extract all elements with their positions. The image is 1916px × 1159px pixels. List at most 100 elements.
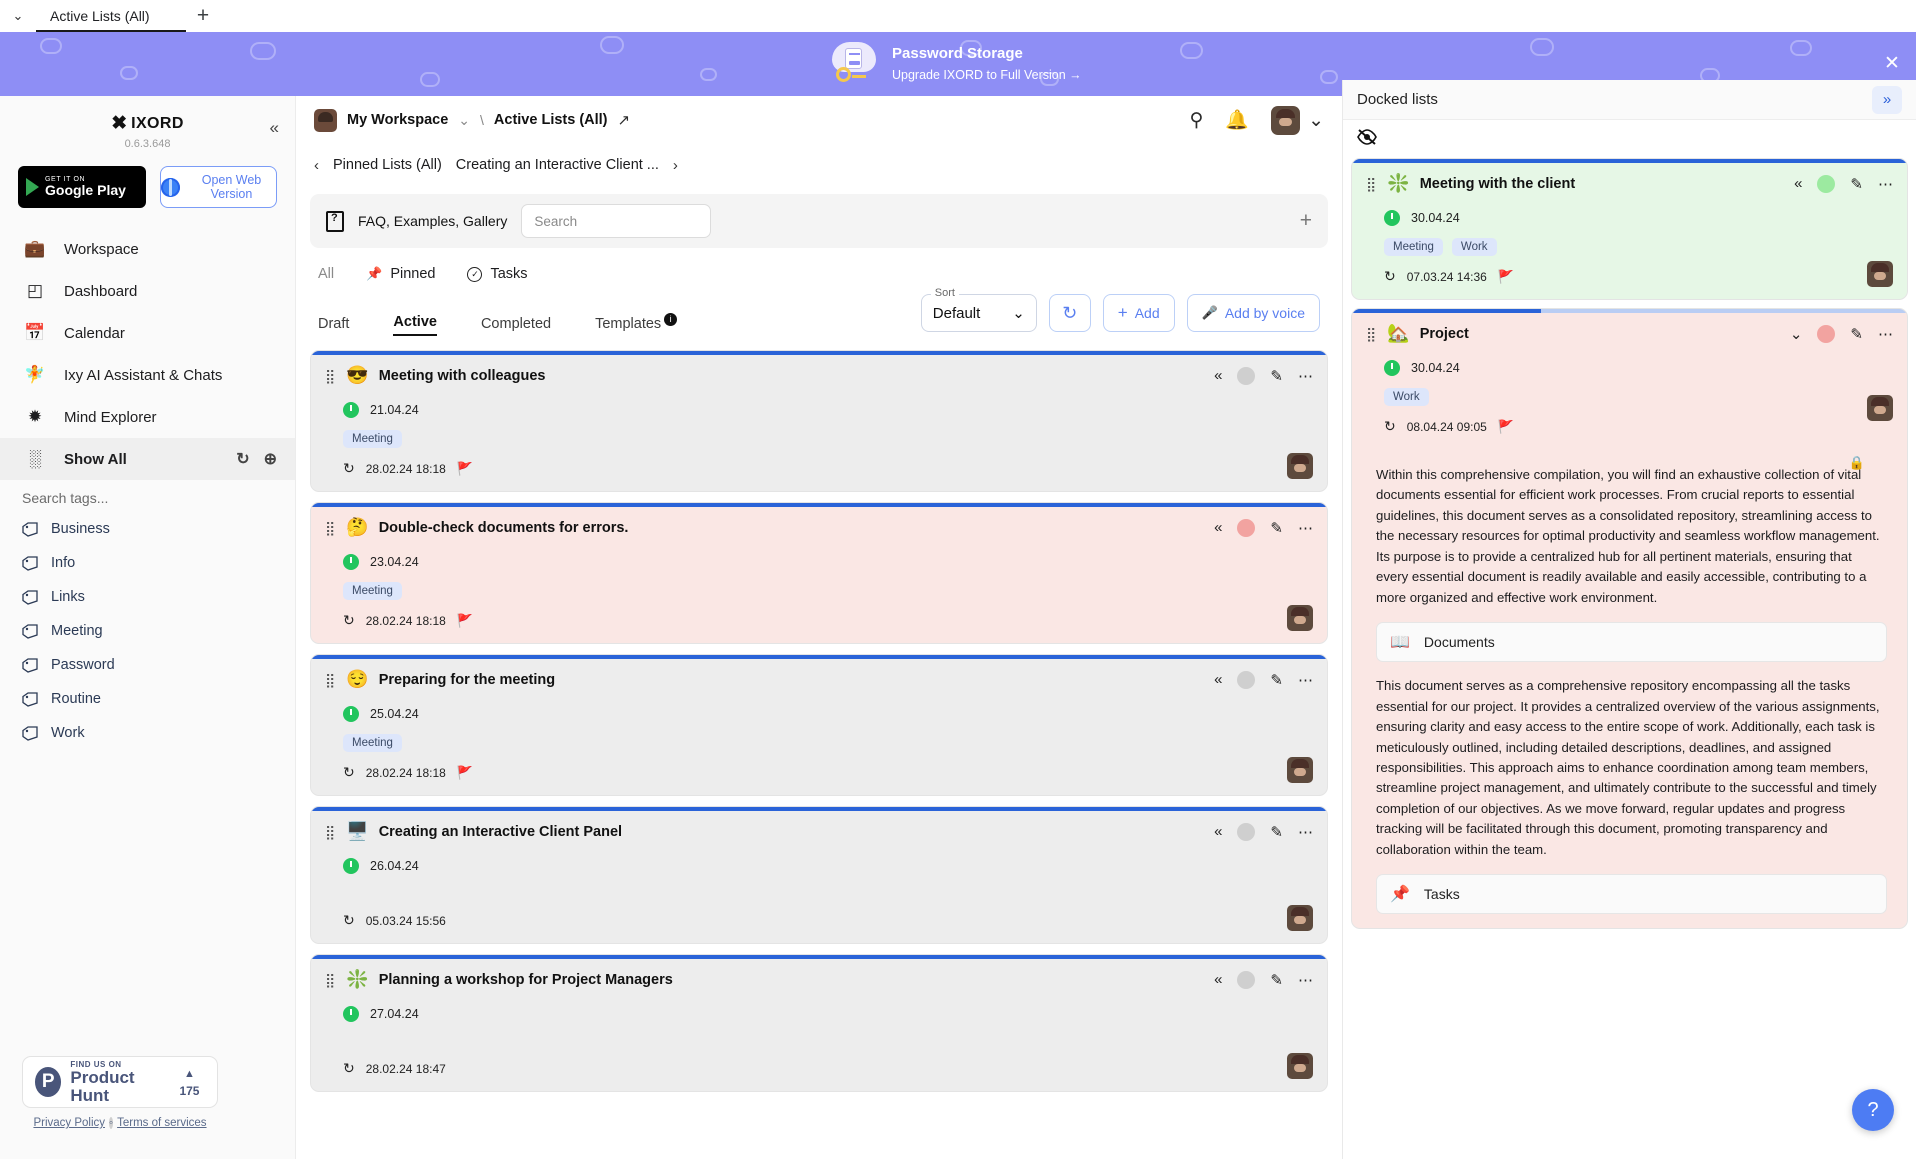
terms-of-services-link[interactable]: Terms of services — [117, 1117, 206, 1129]
sidebar-item-show-all[interactable]: ░ Show All ↻ ⊕ — [0, 438, 295, 480]
promo-upgrade-link[interactable]: Upgrade IXORD to Full Version → — [892, 66, 1082, 85]
info-icon[interactable]: i — [664, 313, 678, 327]
sidebar-item-ixy-ai[interactable]: 🧚 Ixy AI Assistant & Chats — [0, 354, 295, 396]
card-color-dot[interactable] — [1237, 970, 1256, 989]
pinned-lists-label[interactable]: Pinned Lists (All) — [333, 157, 442, 173]
browser-tab-active[interactable]: Active Lists (All) — [36, 2, 186, 32]
card-expand-icon[interactable]: ⌄ — [1790, 325, 1803, 343]
pinned-next-icon[interactable]: › — [673, 157, 678, 174]
sidebar-item-calendar[interactable]: 📅 Calendar — [0, 312, 295, 354]
privacy-policy-link[interactable]: Privacy Policy — [33, 1117, 105, 1129]
list-card[interactable]: ⣿ 🖥️ Creating an Interactive Client Pane… — [310, 806, 1328, 944]
refresh-icon[interactable]: ↻ — [236, 449, 249, 469]
card-assignee-avatar[interactable] — [1287, 605, 1313, 631]
search-icon[interactable]: ⚲ — [1189, 109, 1203, 132]
tag-item-work[interactable]: Work — [0, 716, 295, 750]
open-web-version-button[interactable]: Open Web Version — [160, 166, 277, 208]
card-more-icon[interactable]: ⋯ — [1298, 971, 1313, 989]
tag-item-links[interactable]: Links — [0, 580, 295, 614]
add-button[interactable]: + Add — [1102, 294, 1175, 332]
tag-item-routine[interactable]: Routine — [0, 682, 295, 716]
card-more-icon[interactable]: ⋯ — [1878, 325, 1893, 343]
list-card[interactable]: ⣿ 🤔 Double-check documents for errors. «… — [310, 502, 1328, 644]
tab-completed[interactable]: Completed — [481, 316, 551, 336]
card-more-icon[interactable]: ⋯ — [1298, 519, 1313, 537]
filter-all[interactable]: All — [318, 266, 334, 282]
card-color-dot[interactable] — [1237, 670, 1256, 689]
tag-item-password[interactable]: Password — [0, 648, 295, 682]
card-collapse-icon[interactable]: « — [1214, 823, 1222, 840]
drag-handle-icon[interactable]: ⣿ — [1366, 327, 1377, 341]
list-card[interactable]: ⣿ 😎 Meeting with colleagues « ✎ ⋯ 21.04.… — [310, 350, 1328, 492]
drag-handle-icon[interactable]: ⣿ — [325, 673, 336, 687]
card-tag-chip[interactable]: Meeting — [343, 734, 402, 752]
card-tag-chip[interactable]: Work — [1451, 238, 1497, 256]
tab-active[interactable]: Active — [393, 314, 437, 336]
sort-select[interactable]: Sort Default ⌄ — [920, 287, 1037, 332]
card-assignee-avatar[interactable] — [1287, 453, 1313, 479]
card-edit-icon[interactable]: ✎ — [1270, 971, 1283, 989]
refresh-button[interactable]: ↻ — [1048, 294, 1091, 332]
workspace-name[interactable]: My Workspace — [347, 112, 448, 128]
card-more-icon[interactable]: ⋯ — [1298, 367, 1313, 385]
documents-block[interactable]: 📖 Documents — [1376, 622, 1887, 663]
tab-draft[interactable]: Draft — [318, 316, 349, 336]
card-more-icon[interactable]: ⋯ — [1298, 823, 1313, 841]
drag-handle-icon[interactable]: ⣿ — [325, 825, 336, 839]
list-card[interactable]: ⣿ ❇️ Planning a workshop for Project Man… — [310, 954, 1328, 1092]
promo-content[interactable]: Password Storage Upgrade IXORD to Full V… — [830, 32, 1082, 96]
drag-handle-icon[interactable]: ⣿ — [325, 369, 336, 383]
filter-pinned[interactable]: 📌 Pinned — [366, 266, 435, 282]
card-assignee-avatar[interactable] — [1867, 261, 1893, 287]
sidebar-collapse-icon[interactable]: « — [270, 118, 279, 138]
card-tag-chip[interactable]: Meeting — [343, 582, 402, 600]
card-assignee-avatar[interactable] — [1867, 395, 1893, 421]
card-more-icon[interactable]: ⋯ — [1878, 175, 1893, 193]
new-tab-button[interactable]: + — [186, 0, 220, 32]
card-collapse-icon[interactable]: « — [1214, 671, 1222, 688]
card-edit-icon[interactable]: ✎ — [1270, 367, 1283, 385]
tasks-block[interactable]: 📌 Tasks — [1376, 874, 1887, 915]
card-collapse-icon[interactable]: « — [1214, 519, 1222, 536]
sidebar-item-workspace[interactable]: 💼 Workspace — [0, 228, 295, 270]
search-tags-input[interactable]: Search tags... — [0, 480, 295, 512]
add-icon[interactable]: + — [1300, 209, 1312, 233]
card-edit-icon[interactable]: ✎ — [1850, 325, 1863, 343]
filter-tasks[interactable]: ✓ Tasks — [467, 266, 528, 282]
card-edit-icon[interactable]: ✎ — [1270, 671, 1283, 689]
user-avatar[interactable] — [1271, 105, 1301, 135]
list-card[interactable]: ⣿ 😌 Preparing for the meeting « ✎ ⋯ 25.0… — [310, 654, 1328, 796]
drag-handle-icon[interactable]: ⣿ — [1366, 177, 1377, 191]
card-edit-icon[interactable]: ✎ — [1850, 175, 1863, 193]
docked-card[interactable]: ⣿ 🏡 Project ⌄ ✎ ⋯ 30.04.24 Work ↻ 08.04.… — [1351, 308, 1908, 930]
card-more-icon[interactable]: ⋯ — [1298, 671, 1313, 689]
workspace-avatar[interactable] — [314, 108, 337, 132]
pinned-current-item[interactable]: Creating an Interactive Client ... — [456, 157, 659, 173]
docked-card[interactable]: ⣿ ❇️ Meeting with the client « ✎ ⋯ 30.04… — [1351, 158, 1908, 300]
hide-eye-icon[interactable] — [1357, 128, 1377, 150]
tag-item-business[interactable]: Business — [0, 512, 295, 546]
card-tag-chip[interactable]: Meeting — [1384, 238, 1443, 256]
drag-handle-icon[interactable]: ⣿ — [325, 973, 336, 987]
card-edit-icon[interactable]: ✎ — [1270, 519, 1283, 537]
add-icon[interactable]: ⊕ — [264, 449, 277, 469]
google-play-button[interactable]: GET IT ON Google Play — [18, 166, 146, 208]
product-hunt-badge[interactable]: P FIND US ON Product Hunt ▲ 175 — [22, 1056, 218, 1108]
card-edit-icon[interactable]: ✎ — [1270, 823, 1283, 841]
sidebar-item-mind-explorer[interactable]: ✹ Mind Explorer — [0, 396, 295, 438]
sidebar-item-dashboard[interactable]: ◰ Dashboard — [0, 270, 295, 312]
card-tag-chip[interactable]: Meeting — [343, 430, 402, 448]
tab-list-chevron-icon[interactable]: ⌄ — [0, 0, 36, 32]
card-color-dot[interactable] — [1817, 174, 1836, 193]
panel-expand-icon[interactable]: » — [1872, 85, 1902, 114]
pinned-prev-icon[interactable]: ‹ — [314, 157, 319, 174]
card-color-dot[interactable] — [1237, 822, 1256, 841]
promo-close-icon[interactable]: ✕ — [1882, 54, 1902, 74]
tag-item-info[interactable]: Info — [0, 546, 295, 580]
card-tag-chip[interactable]: Work — [1384, 388, 1429, 406]
tag-item-meeting[interactable]: Meeting — [0, 614, 295, 648]
card-color-dot[interactable] — [1817, 324, 1836, 343]
card-collapse-icon[interactable]: « — [1794, 175, 1802, 192]
help-button[interactable]: ? — [1852, 1089, 1894, 1131]
card-assignee-avatar[interactable] — [1287, 757, 1313, 783]
